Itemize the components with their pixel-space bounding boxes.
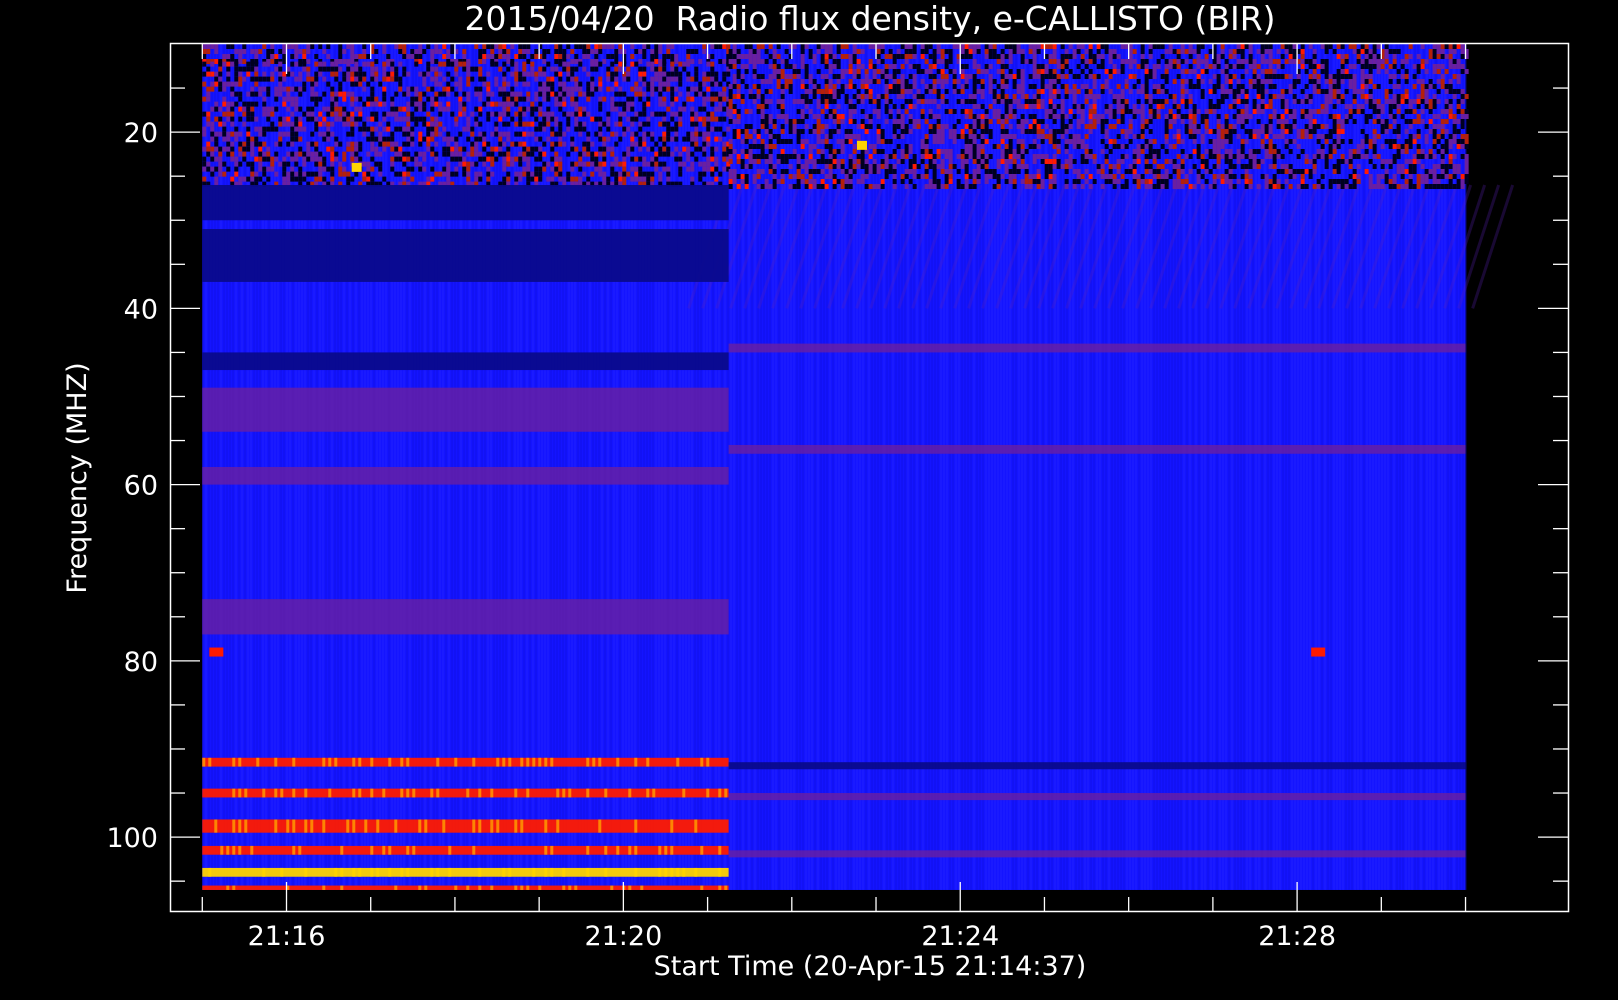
x-tick-label-0: 21:16 (248, 921, 326, 952)
y-axis-label: Frequency (MHZ) (62, 362, 93, 593)
x-tick-label-1: 21:20 (584, 921, 662, 952)
x-tick-label-3: 21:28 (1258, 921, 1336, 952)
x-axis-label: Start Time (20-Apr-15 21:14:37) (654, 951, 1087, 982)
chart-title: 2015/04/20 Radio flux density, e-CALLIST… (464, 0, 1275, 38)
y-tick-label-2: 60 (124, 471, 158, 502)
x-tick-label-2: 21:24 (921, 921, 999, 952)
spectrogram-chart: 2015/04/20 Radio flux density, e-CALLIST… (0, 0, 1618, 1000)
hotspot-1 (1311, 647, 1326, 657)
y-tick-label-3: 80 (124, 647, 158, 678)
spectrogram-image (202, 44, 1515, 890)
y-tick-label-1: 40 (124, 294, 158, 325)
y-tick-label-0: 20 (124, 118, 158, 149)
hotspot-3 (856, 140, 867, 150)
y-tick-label-4: 100 (106, 823, 158, 854)
hotspot-0 (209, 647, 224, 657)
hotspot-2 (351, 162, 362, 172)
